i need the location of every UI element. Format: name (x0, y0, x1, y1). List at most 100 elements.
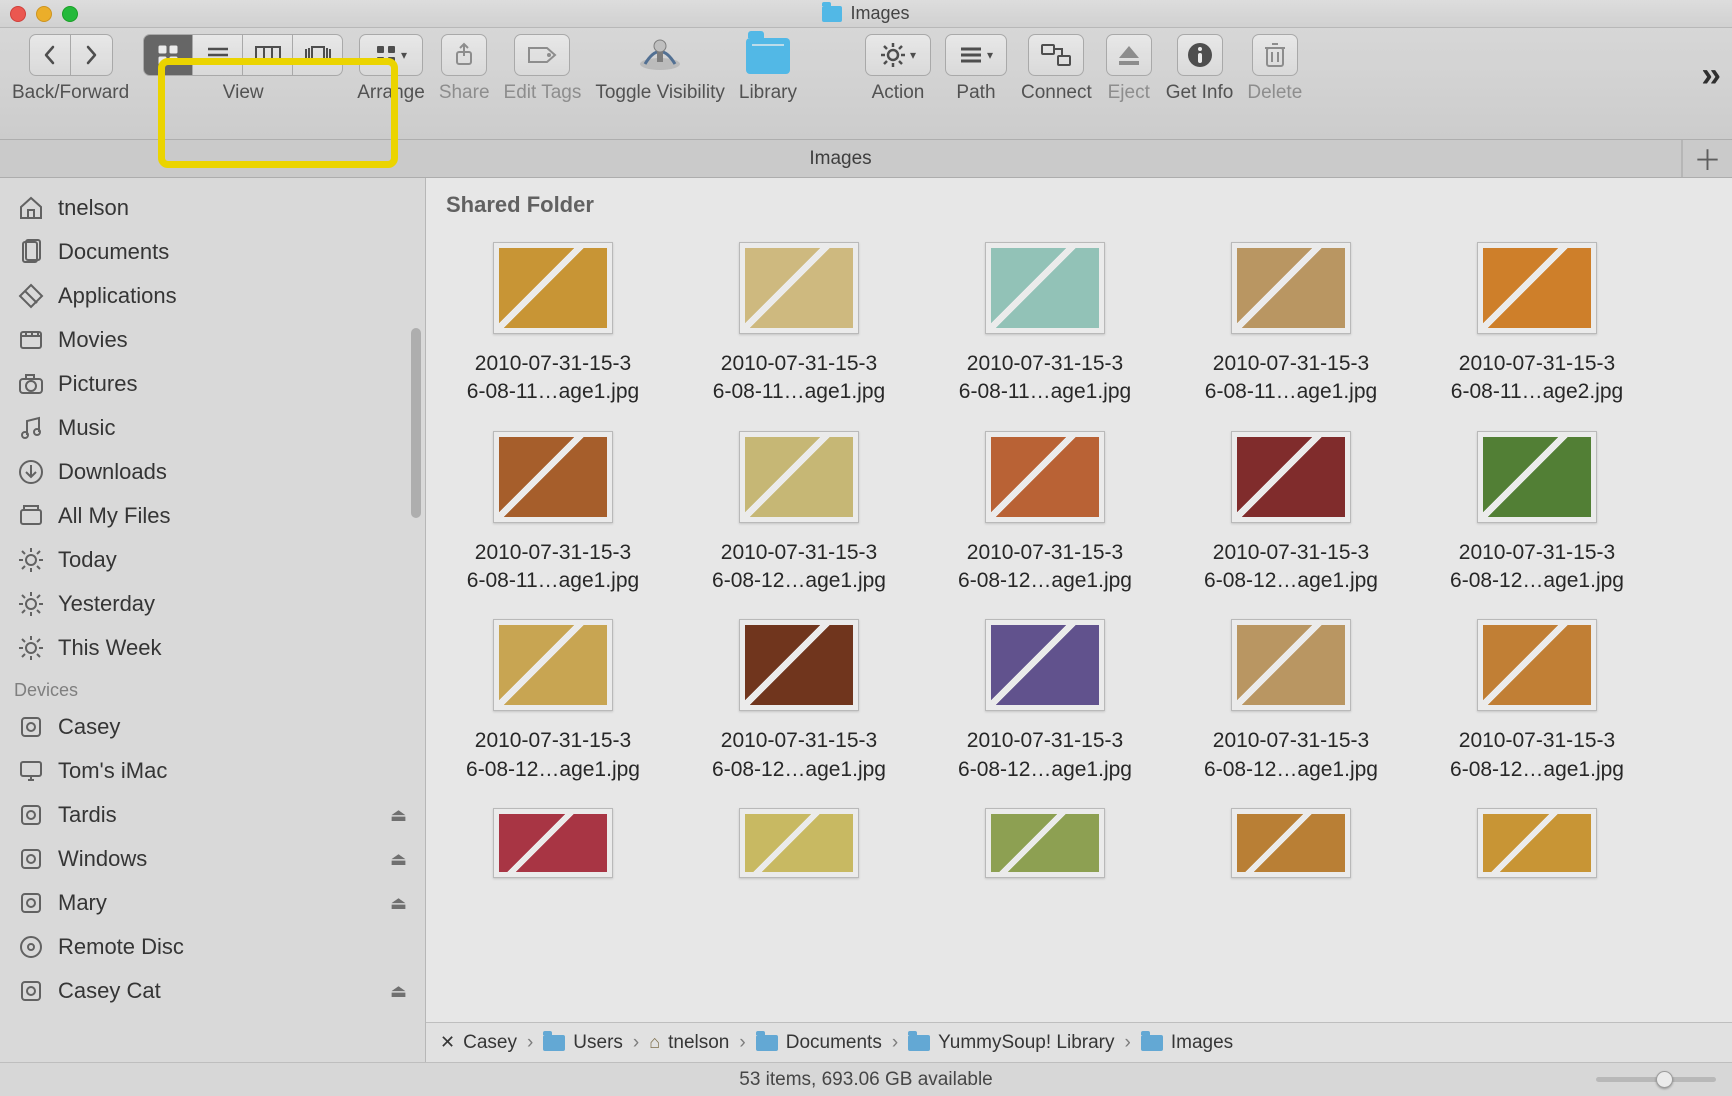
sidebar-item[interactable]: Yesterday (0, 582, 425, 626)
sidebar-item[interactable]: Today (0, 538, 425, 582)
path-crumb[interactable]: Documents (756, 1032, 882, 1054)
path-crumb[interactable]: ✕Casey (440, 1032, 517, 1054)
share-button[interactable] (441, 34, 487, 76)
zoom-button[interactable] (62, 6, 78, 22)
file-item[interactable] (1188, 808, 1394, 878)
file-thumbnail (985, 619, 1105, 711)
arrange-label: Arrange (357, 82, 425, 104)
sidebar-item[interactable]: Applications (0, 274, 425, 318)
sidebar-item[interactable]: Mary⏏ (0, 881, 425, 925)
tab-label: Images (809, 148, 871, 170)
eject-icon[interactable]: ⏏ (390, 849, 407, 870)
connect-button[interactable] (1028, 34, 1084, 76)
sidebar-item[interactable]: Remote Disc (0, 925, 425, 969)
file-thumbnail (985, 242, 1105, 334)
sidebar-item-label: Today (58, 547, 117, 573)
eject-button[interactable] (1106, 34, 1152, 76)
sidebar-item[interactable]: tnelson (0, 186, 425, 230)
eject-icon[interactable]: ⏏ (390, 981, 407, 1002)
status-bar: 53 items, 693.06 GB available (0, 1062, 1732, 1096)
toolbar: Back/Forward View (0, 28, 1732, 140)
file-item[interactable]: 2010-07-31-15-36-08-11…age2.jpg (1434, 242, 1640, 407)
path-crumb[interactable]: Images (1141, 1032, 1233, 1054)
toggle-visibility-button[interactable] (635, 34, 685, 76)
back-button[interactable] (29, 34, 71, 76)
file-name: 2010-07-31-15-36-08-12…age1.jpg (448, 727, 658, 784)
file-item[interactable]: 2010-07-31-15-36-08-12…age1.jpg (1188, 619, 1394, 784)
file-item[interactable] (1434, 808, 1640, 878)
file-item[interactable]: 2010-07-31-15-36-08-12…age1.jpg (942, 431, 1148, 596)
file-item[interactable] (942, 808, 1148, 878)
file-item[interactable]: 2010-07-31-15-36-08-11…age1.jpg (450, 242, 656, 407)
window-title: Images (0, 3, 1732, 24)
minimize-button[interactable] (36, 6, 52, 22)
file-item[interactable] (696, 808, 902, 878)
toolbar-overflow-button[interactable]: ›› (1701, 56, 1718, 95)
edit-tags-button[interactable] (514, 34, 570, 76)
file-name: 2010-07-31-15-36-08-11…age1.jpg (448, 539, 658, 596)
file-thumbnail (1231, 242, 1351, 334)
eject-icon[interactable]: ⏏ (390, 805, 407, 826)
view-icon-button[interactable] (143, 34, 193, 76)
path-label: Path (956, 82, 995, 104)
file-item[interactable]: 2010-07-31-15-36-08-12…age1.jpg (1188, 431, 1394, 596)
file-item[interactable]: 2010-07-31-15-36-08-12…age1.jpg (1434, 619, 1640, 784)
path-crumb[interactable]: Users (543, 1032, 623, 1054)
sidebar-item[interactable]: Tom's iMac (0, 749, 425, 793)
sidebar-item[interactable]: Pictures (0, 362, 425, 406)
file-thumbnail (1231, 431, 1351, 523)
file-item[interactable]: 2010-07-31-15-36-08-12…age1.jpg (942, 619, 1148, 784)
path-group: ▾ Path (945, 34, 1007, 104)
get-info-button[interactable] (1177, 34, 1223, 76)
sidebar-item-label: Yesterday (58, 591, 155, 617)
forward-button[interactable] (71, 34, 113, 76)
eject-icon[interactable]: ⏏ (390, 893, 407, 914)
view-list-button[interactable] (193, 34, 243, 76)
file-item[interactable]: 2010-07-31-15-36-08-12…age1.jpg (1434, 431, 1640, 596)
sidebar-item-label: Documents (58, 239, 169, 265)
sidebar-item-label: All My Files (58, 503, 170, 529)
path-bar: ✕Casey›Users›⌂tnelson›Documents›YummySou… (426, 1022, 1732, 1062)
file-item[interactable]: 2010-07-31-15-36-08-12…age1.jpg (696, 431, 902, 596)
sidebar-item[interactable]: Casey (0, 705, 425, 749)
file-item[interactable]: 2010-07-31-15-36-08-12…age1.jpg (696, 619, 902, 784)
view-coverflow-button[interactable] (293, 34, 343, 76)
action-button[interactable]: ▾ (865, 34, 931, 76)
sidebar-item[interactable]: This Week (0, 626, 425, 670)
sidebar-item[interactable]: Windows⏏ (0, 837, 425, 881)
file-item[interactable]: 2010-07-31-15-36-08-11…age1.jpg (696, 242, 902, 407)
sidebar-item-label: tnelson (58, 195, 129, 221)
sidebar-scrollbar[interactable] (411, 328, 421, 518)
path-crumb-label: Images (1171, 1032, 1233, 1054)
sidebar-item[interactable]: Documents (0, 230, 425, 274)
close-button[interactable] (10, 6, 26, 22)
view-label: View (223, 82, 264, 104)
arrange-button[interactable]: ▾ (359, 34, 423, 76)
hdd-icon (18, 978, 44, 1004)
file-item[interactable]: 2010-07-31-15-36-08-11…age1.jpg (1188, 242, 1394, 407)
sidebar-item[interactable]: Casey Cat⏏ (0, 969, 425, 1013)
file-item[interactable]: 2010-07-31-15-36-08-12…age1.jpg (450, 619, 656, 784)
sidebar-item[interactable]: Tardis ⏏ (0, 793, 425, 837)
view-column-button[interactable] (243, 34, 293, 76)
path-crumb[interactable]: ⌂tnelson (649, 1032, 729, 1054)
file-item[interactable]: 2010-07-31-15-36-08-11…age1.jpg (450, 431, 656, 596)
file-item[interactable]: 2010-07-31-15-36-08-11…age1.jpg (942, 242, 1148, 407)
sidebar-item[interactable]: Downloads (0, 450, 425, 494)
folder-icon (756, 1035, 778, 1051)
sidebar-item-label: Tardis (58, 802, 117, 828)
path-crumb-label: Casey (463, 1032, 517, 1054)
path-button[interactable]: ▾ (945, 34, 1007, 76)
sidebar-item-label: Remote Disc (58, 934, 184, 960)
sidebar-item[interactable]: All My Files (0, 494, 425, 538)
new-tab-button[interactable]: ＋ (1682, 140, 1732, 177)
library-button[interactable] (746, 34, 790, 76)
sidebar-item[interactable]: Music (0, 406, 425, 450)
sidebar-item[interactable]: Movies (0, 318, 425, 362)
chevron-down-icon: ▾ (910, 48, 916, 62)
file-item[interactable] (450, 808, 656, 878)
delete-button[interactable] (1252, 34, 1298, 76)
path-crumb[interactable]: YummySoup! Library (908, 1032, 1114, 1054)
zoom-slider[interactable] (1596, 1077, 1716, 1082)
tab-images[interactable]: Images (0, 140, 1682, 177)
